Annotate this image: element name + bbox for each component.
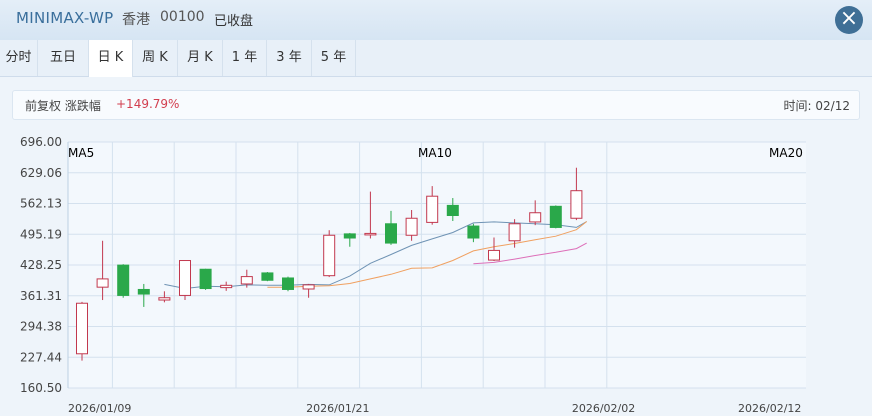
candle-body — [179, 260, 191, 296]
candle-body — [96, 278, 109, 288]
candle-body — [199, 268, 212, 290]
candle-body — [364, 232, 377, 236]
y-tick-label: 294.38 — [20, 320, 62, 334]
candle-body — [405, 217, 418, 236]
candle-body — [117, 264, 130, 296]
candle-body — [220, 284, 233, 289]
candle-body — [240, 276, 253, 285]
candle-body — [570, 190, 583, 219]
candle-body — [302, 284, 315, 290]
candle-body — [137, 288, 150, 295]
y-tick-label: 428.25 — [20, 258, 62, 272]
legend-ma10: MA10 — [418, 146, 452, 160]
y-tick-label: 629.06 — [20, 166, 62, 180]
candle-body — [426, 195, 439, 223]
legend-ma20: MA20 — [769, 146, 803, 160]
candle-body — [508, 223, 521, 242]
candle-body — [549, 205, 562, 228]
y-axis: 696.00 629.06 562.13 495.19 428.25 361.31 294.… — [20, 135, 62, 395]
candle-body — [467, 225, 480, 239]
x-axis: 2026/01/09 2026/01/21 2026/02/02 2026/02/12 — [68, 402, 801, 415]
candle-body — [385, 223, 397, 244]
candle-body — [343, 233, 356, 239]
legend-ma5: MA5 — [68, 146, 94, 160]
y-tick-label: 361.31 — [20, 289, 62, 303]
x-tick-label: 2026/02/12 — [738, 402, 801, 415]
y-tick-label: 562.13 — [20, 197, 62, 211]
x-tick-label: 2026/02/02 — [572, 402, 635, 415]
candle-body — [282, 277, 294, 290]
candle-body — [76, 302, 88, 355]
candle-body — [446, 204, 459, 217]
candle-body — [158, 297, 171, 301]
x-tick-label: 2026/01/09 — [68, 402, 131, 415]
candle-body — [488, 249, 500, 261]
x-tick-label: 2026/01/21 — [306, 402, 369, 415]
candlestick-chart[interactable]: 696.00 629.06 562.13 495.19 428.25 361.31 294.… — [0, 0, 872, 416]
y-tick-label: 696.00 — [20, 135, 62, 149]
y-tick-label: 495.19 — [20, 227, 62, 241]
y-tick-label: 160.50 — [20, 381, 62, 395]
candle-body — [323, 234, 336, 277]
candle-body — [261, 272, 274, 281]
y-tick-label: 227.44 — [20, 350, 62, 364]
candle-body — [529, 212, 542, 223]
